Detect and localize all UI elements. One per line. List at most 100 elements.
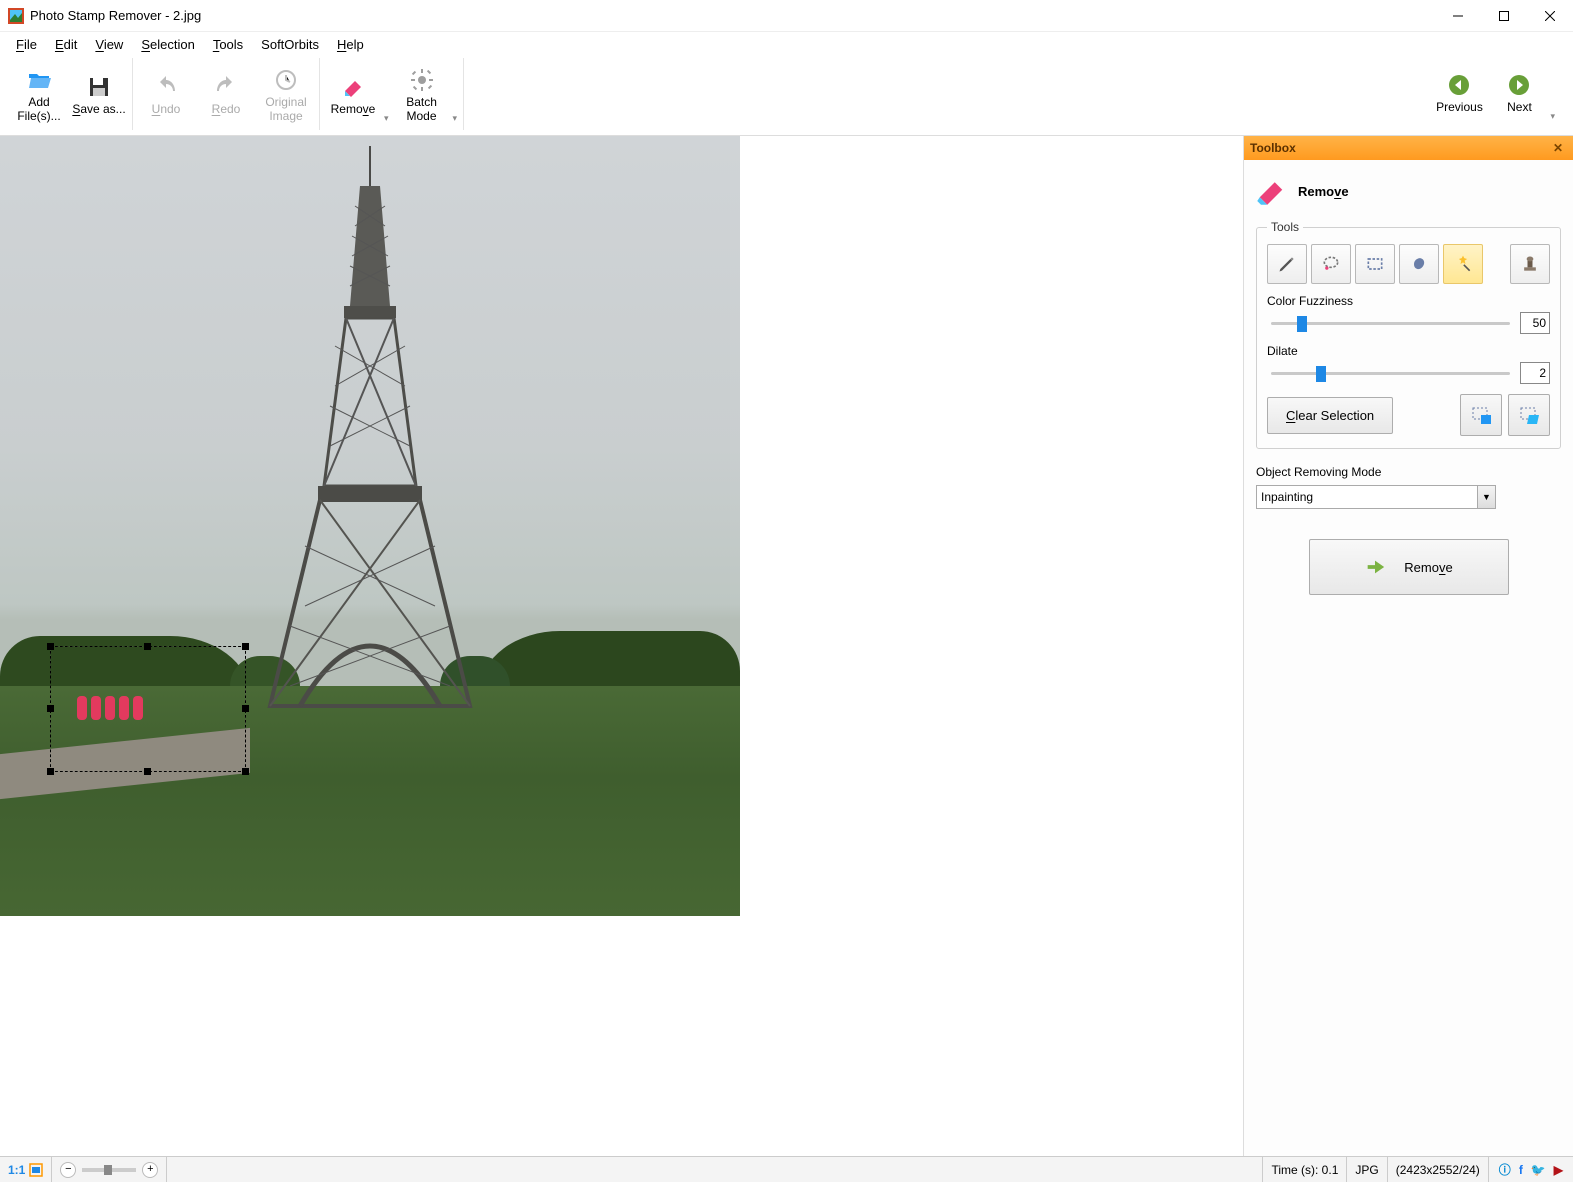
menu-file[interactable]: File xyxy=(8,35,45,54)
zoom-ratio-button[interactable]: 1:1 xyxy=(0,1157,52,1182)
menu-help[interactable]: Help xyxy=(329,35,372,54)
selection-handle-sw[interactable] xyxy=(47,768,54,775)
dilate-value-input[interactable] xyxy=(1520,362,1550,384)
pencil-icon xyxy=(1277,254,1297,274)
save-selection-button[interactable] xyxy=(1460,394,1502,436)
maximize-button[interactable] xyxy=(1481,0,1527,32)
fit-screen-icon[interactable] xyxy=(29,1163,43,1177)
info-icon[interactable]: ⓘ xyxy=(1499,1161,1511,1178)
selection-handle-s[interactable] xyxy=(144,768,151,775)
zoom-out-button[interactable]: − xyxy=(60,1162,76,1178)
title-bar: Photo Stamp Remover - 2.jpg xyxy=(0,0,1573,32)
lasso-icon xyxy=(1321,254,1341,274)
gear-icon xyxy=(410,68,434,92)
canvas-area[interactable] xyxy=(0,136,1243,1156)
selection-handle-ne[interactable] xyxy=(242,643,249,650)
previous-label: Previous xyxy=(1436,101,1483,115)
selection-handle-se[interactable] xyxy=(242,768,249,775)
toolbox-close-icon[interactable]: ✕ xyxy=(1549,141,1567,155)
selection-handle-n[interactable] xyxy=(144,643,151,650)
toolbar-overflow-icon[interactable]: ▾ xyxy=(453,113,460,128)
free-select-tool-button[interactable] xyxy=(1311,244,1351,284)
original-image-button[interactable]: Original Image xyxy=(257,60,315,128)
menu-selection[interactable]: Selection xyxy=(133,35,202,54)
menu-bar: File Edit View Selection Tools SoftOrbit… xyxy=(0,32,1573,56)
close-button[interactable] xyxy=(1527,0,1573,32)
menu-edit[interactable]: Edit xyxy=(47,35,85,54)
arrow-right-circle-icon xyxy=(1507,73,1531,97)
eraser-icon xyxy=(341,75,365,99)
rectangle-select-icon xyxy=(1365,254,1385,274)
run-arrow-icon xyxy=(1364,556,1386,578)
redo-button[interactable]: Redo xyxy=(197,60,255,128)
folder-open-icon xyxy=(27,68,51,92)
clear-selection-button[interactable]: Clear Selection xyxy=(1267,397,1393,434)
zoom-slider[interactable] xyxy=(82,1168,136,1172)
menu-view[interactable]: View xyxy=(87,35,131,54)
mode-label: Object Removing Mode xyxy=(1256,465,1561,479)
zoom-ratio-label: 1:1 xyxy=(8,1163,25,1177)
original-image-label: Original Image xyxy=(258,96,314,124)
mode-select-value: Inpainting xyxy=(1261,490,1313,504)
chevron-down-icon[interactable]: ▼ xyxy=(1477,486,1495,508)
main-toolbar: Add File(s)... Save as... Undo Redo Orig… xyxy=(0,56,1573,136)
mode-select[interactable]: Inpainting ▼ xyxy=(1256,485,1496,509)
toolbox-panel: Toolbox ✕ Remove Tools Color Fuzz xyxy=(1243,136,1573,1156)
rect-select-tool-button[interactable] xyxy=(1355,244,1395,284)
remove-dropdown-icon[interactable]: ▾ xyxy=(384,113,391,128)
remove-label: Remove xyxy=(331,103,376,117)
social-links: ⓘ f 🐦 ▶ xyxy=(1489,1157,1573,1182)
zoom-in-button[interactable]: + xyxy=(142,1162,158,1178)
batch-mode-label: Batch Mode xyxy=(394,96,450,124)
fuzziness-value-input[interactable] xyxy=(1520,312,1550,334)
eraser-large-icon xyxy=(1256,176,1286,206)
tools-legend: Tools xyxy=(1267,220,1303,234)
dilate-slider[interactable] xyxy=(1267,364,1514,382)
status-spacer xyxy=(167,1157,1263,1182)
next-button[interactable]: Next xyxy=(1490,58,1548,126)
youtube-icon[interactable]: ▶ xyxy=(1554,1163,1563,1177)
nav-overflow-icon[interactable]: ▾ xyxy=(1550,111,1557,126)
undo-button[interactable]: Undo xyxy=(137,60,195,128)
marker-tool-button[interactable] xyxy=(1267,244,1307,284)
remove-action-button[interactable]: Remove xyxy=(1309,539,1509,595)
selection-handle-nw[interactable] xyxy=(47,643,54,650)
status-time: Time (s): 0.1 xyxy=(1263,1157,1347,1182)
selection-handle-e[interactable] xyxy=(242,705,249,712)
redo-icon xyxy=(214,75,238,99)
batch-mode-button[interactable]: Batch Mode xyxy=(393,60,451,128)
color-select-tool-button[interactable] xyxy=(1399,244,1439,284)
magic-wand-icon xyxy=(1453,254,1473,274)
save-icon xyxy=(87,75,111,99)
add-files-button[interactable]: Add File(s)... xyxy=(10,60,68,128)
previous-button[interactable]: Previous xyxy=(1430,58,1488,126)
undo-label: Undo xyxy=(152,103,181,117)
menu-tools[interactable]: Tools xyxy=(205,35,251,54)
toolbox-title: Toolbox xyxy=(1250,141,1296,155)
save-as-button[interactable]: Save as... xyxy=(70,60,128,128)
clone-stamp-tool-button[interactable] xyxy=(1510,244,1550,284)
menu-softorbits[interactable]: SoftOrbits xyxy=(253,35,327,54)
minimize-button[interactable] xyxy=(1435,0,1481,32)
window-title: Photo Stamp Remover - 2.jpg xyxy=(30,8,1435,23)
selection-handle-w[interactable] xyxy=(47,705,54,712)
eiffel-illustration xyxy=(260,146,480,726)
tools-fieldset: Tools Color Fuzziness D xyxy=(1256,220,1561,449)
app-icon xyxy=(8,8,24,24)
add-files-label: Add File(s)... xyxy=(11,96,67,124)
remove-button[interactable]: Remove xyxy=(324,60,382,128)
toolbox-header[interactable]: Toolbox ✕ xyxy=(1244,136,1573,160)
load-selection-button[interactable] xyxy=(1508,394,1550,436)
zoom-slider-widget: − + xyxy=(52,1157,167,1182)
redo-label: Redo xyxy=(212,103,241,117)
selection-marquee[interactable] xyxy=(50,646,246,772)
arrow-left-circle-icon xyxy=(1447,73,1471,97)
facebook-icon[interactable]: f xyxy=(1519,1163,1523,1177)
remove-section-label: Remove xyxy=(1298,184,1349,199)
blob-icon xyxy=(1409,254,1429,274)
fuzziness-slider[interactable] xyxy=(1267,314,1514,332)
twitter-icon[interactable]: 🐦 xyxy=(1531,1163,1546,1177)
magic-wand-tool-button[interactable] xyxy=(1443,244,1483,284)
next-label: Next xyxy=(1507,101,1532,115)
undo-icon xyxy=(154,75,178,99)
